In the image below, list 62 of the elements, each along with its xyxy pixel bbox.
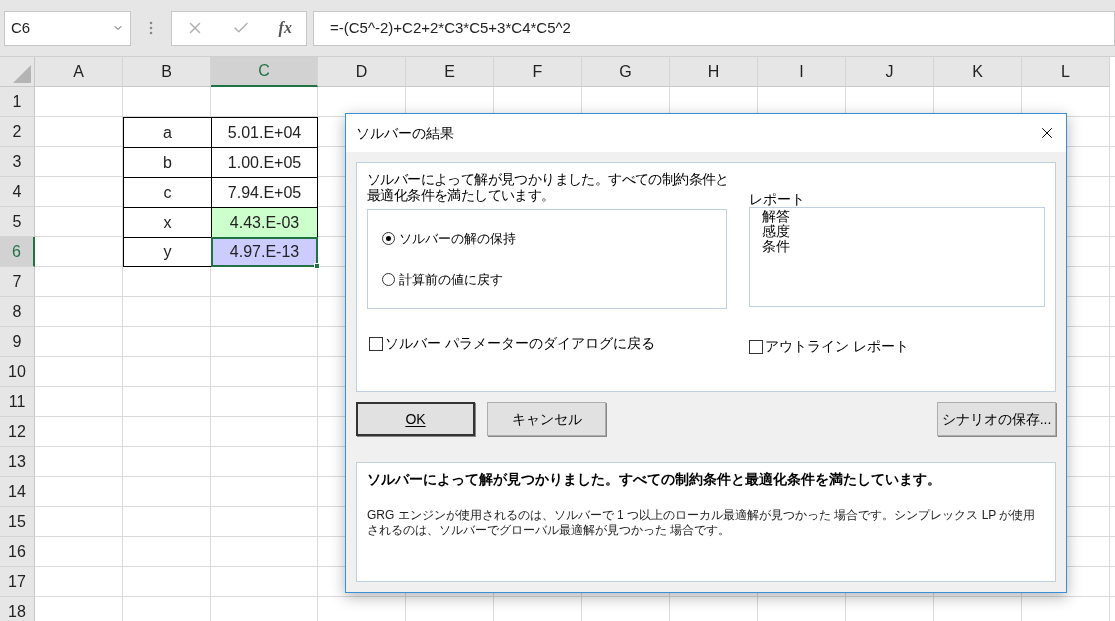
report-item[interactable]: 感度	[762, 224, 1044, 239]
report-item[interactable]: 解答	[762, 209, 1044, 224]
table-cell: c	[123, 177, 211, 207]
row-header[interactable]: 3	[0, 147, 35, 177]
window-title: ソルバーの結果	[356, 123, 454, 143]
report-item[interactable]: 条件	[762, 239, 1044, 254]
row-header[interactable]: 7	[0, 267, 35, 297]
row-header[interactable]: 6	[0, 237, 35, 267]
radio-option[interactable]: 計算前の値に戻す	[382, 270, 726, 290]
report-list[interactable]: 解答 感度 条件	[749, 207, 1045, 307]
row-header[interactable]: 12	[0, 417, 35, 447]
column-header[interactable]: G	[582, 57, 670, 87]
row-header[interactable]: 5	[0, 207, 35, 237]
column-header[interactable]: F	[494, 57, 582, 87]
name-box[interactable]: C6	[4, 10, 131, 46]
row-header[interactable]: 13	[0, 447, 35, 477]
table-cell: x	[123, 207, 211, 237]
table-cell: b	[123, 147, 211, 177]
row-header[interactable]: 14	[0, 477, 35, 507]
row-header[interactable]: 16	[0, 537, 35, 567]
report-label: レポート	[749, 191, 806, 207]
description-heading: ソルバーによって解が見つかりました。すべての制約条件と最適化条件を満たしています。	[367, 470, 942, 489]
column-header[interactable]: B	[123, 57, 211, 87]
select-all-icon	[13, 65, 31, 83]
save-scenario-button[interactable]: シナリオの保存...	[937, 402, 1056, 436]
row-header[interactable]: 17	[0, 567, 35, 597]
row-header[interactable]: 9	[0, 327, 35, 357]
row-header[interactable]: 15	[0, 507, 35, 537]
table-cell: 7.94.E+05	[211, 177, 318, 207]
row-header[interactable]: 2	[0, 117, 35, 147]
result-message: ソルバーによって解が見つかりました。すべての制約条件と最適化条件を満たしています。	[367, 171, 730, 205]
cancel-button[interactable]: キャンセル	[487, 402, 606, 436]
column-header[interactable]: L	[1022, 57, 1110, 87]
row-header[interactable]: 4	[0, 177, 35, 207]
table-cell: 1.00.E+05	[211, 147, 318, 177]
table-cell: 4.43.E-03	[211, 207, 318, 237]
select-all-corner[interactable]	[0, 57, 35, 87]
checkbox-option[interactable]: ソルバー パラメーターのダイアログに戻る	[369, 333, 655, 354]
column-header[interactable]: C	[211, 57, 318, 87]
table-cell: y	[123, 237, 211, 267]
column-header[interactable]: I	[758, 57, 846, 87]
column-header[interactable]: K	[934, 57, 1022, 87]
checkbox-option[interactable]: アウトライン レポート	[749, 336, 909, 357]
ok-button[interactable]: OK	[356, 402, 475, 436]
column-header[interactable]: D	[318, 57, 406, 87]
table-cell: 5.01.E+04	[211, 117, 318, 147]
column-header[interactable]: A	[35, 57, 123, 87]
row-header[interactable]: 1	[0, 87, 35, 117]
radio-option[interactable]: ソルバーの解の保持	[382, 228, 726, 248]
column-header[interactable]: E	[406, 57, 494, 87]
row-header[interactable]: 11	[0, 387, 35, 417]
insert-function-button[interactable]: fx	[278, 16, 292, 40]
column-header[interactable]: H	[670, 57, 758, 87]
table-cell: 4.97.E-13	[211, 237, 318, 267]
row-header[interactable]: 18	[0, 597, 35, 621]
description-text: GRG エンジンが使用されるのは、ソルバーで 1 つ以上のローカル最適解が見つかった 場合です。シンプレックス LP が使用されるのは、ソルバーでグローバル最適解が見つかった 場合です。	[367, 508, 1037, 538]
column-header[interactable]: J	[846, 57, 934, 87]
row-header[interactable]: 8	[0, 297, 35, 327]
grip-icon	[149, 21, 153, 35]
formula-field[interactable]: =-(C5^-2)+C2+2*C3*C5+3*C4*C5^2	[313, 10, 1115, 46]
row-header[interactable]: 10	[0, 357, 35, 387]
table-cell: a	[123, 117, 211, 147]
